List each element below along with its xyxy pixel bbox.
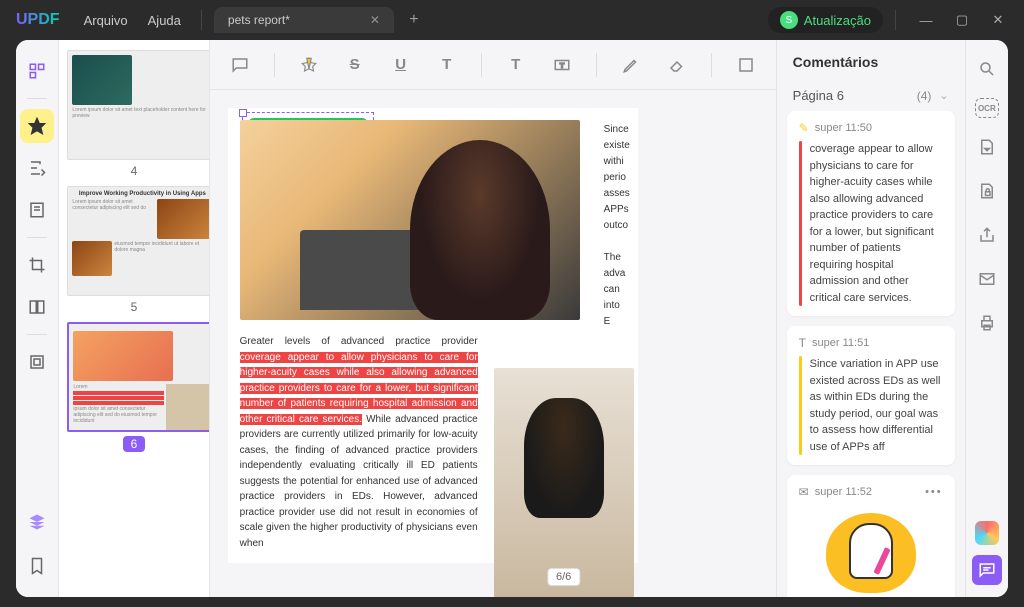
textbox-icon[interactable]: T (550, 53, 574, 77)
more-icon[interactable]: ••• (925, 486, 943, 498)
underline-icon[interactable]: U (389, 53, 413, 77)
left-toolbar (16, 40, 59, 597)
comment-card[interactable]: ✉super 11:52••• (787, 475, 955, 597)
edit-text-icon[interactable] (20, 151, 54, 185)
thumb-number: 5 (67, 300, 200, 314)
comments-panel: Comentários Página 6 (4) ⌄ ✎super 11:50 … (776, 40, 965, 597)
page-label: Página 6 (793, 88, 844, 103)
page-view[interactable]: APPROVADO super 2023年10月12日17 11:53 Sinc… (210, 90, 776, 597)
tab-document[interactable]: pets report* ✕ (214, 7, 394, 33)
main-area: Lorem ipsum dolor sit amet text placehol… (16, 40, 1008, 597)
thumbnail-4[interactable]: Lorem ipsum dolor sit amet text placehol… (67, 50, 200, 178)
thumb-number: 4 (67, 164, 200, 178)
crop-icon[interactable] (20, 248, 54, 282)
bookmark-icon[interactable] (20, 549, 54, 583)
upgrade-button[interactable]: S Atualização (768, 7, 883, 33)
text-icon: T (799, 336, 806, 350)
export-icon[interactable] (972, 132, 1002, 162)
menu-help[interactable]: Ajuda (148, 13, 181, 28)
comment-icon[interactable] (228, 53, 252, 77)
thumbnails-icon[interactable] (20, 54, 54, 88)
chevron-down-icon: ⌄ (939, 89, 948, 102)
red-bar (799, 141, 802, 306)
layers-icon[interactable] (20, 505, 54, 539)
highlight-tool-icon[interactable] (20, 109, 54, 143)
annotation-toolbar: S U T T T (210, 40, 776, 90)
email-icon[interactable] (972, 264, 1002, 294)
menu-file[interactable]: Arquivo (84, 13, 128, 28)
thumbnail-6[interactable]: Loremipsum dolor sit amet consectetur ad… (67, 322, 200, 453)
search-icon[interactable] (972, 54, 1002, 84)
eraser-icon[interactable] (665, 53, 689, 77)
comments-toggle-icon[interactable] (972, 555, 1002, 585)
side-image: 6/6 (494, 368, 634, 597)
close-button[interactable]: ✕ (980, 6, 1016, 34)
comments-count: (4) (917, 89, 932, 103)
body-text: Greater levels of advanced practice prov… (240, 334, 478, 551)
highlight-icon[interactable] (297, 53, 321, 77)
hero-image (240, 120, 580, 320)
pencil-icon[interactable] (619, 53, 643, 77)
tab-add-button[interactable]: + (402, 8, 426, 32)
comment-card[interactable]: Tsuper 11:51 Since variation in APP use … (787, 326, 955, 465)
ai-icon[interactable] (975, 521, 999, 545)
close-icon[interactable]: ✕ (370, 13, 380, 27)
stamp-icon: ✉ (799, 485, 809, 499)
right-toolbar: OCR (965, 40, 1008, 597)
page-tool-icon[interactable] (20, 193, 54, 227)
upgrade-badge: S (780, 11, 798, 29)
print-icon[interactable] (972, 308, 1002, 338)
thumbnail-panel[interactable]: Lorem ipsum dolor sit amet text placehol… (59, 40, 209, 597)
comment-text: Since variation in APP use existed acros… (810, 356, 943, 455)
shape-icon[interactable] (734, 53, 758, 77)
app-logo: UPDF (16, 11, 60, 29)
comments-page-header[interactable]: Página 6 (4) ⌄ (777, 80, 965, 111)
page-indicator: 6/6 (547, 568, 580, 586)
upgrade-label: Atualização (804, 13, 871, 28)
thumb-number: 6 (123, 436, 146, 452)
titlebar: UPDF Arquivo Ajuda pets report* ✕ + S At… (0, 0, 1024, 40)
highlight-icon: ✎ (799, 121, 809, 135)
share-icon[interactable] (972, 220, 1002, 250)
side-text: Sinceexistewithi perioassesAPPs outco Th… (604, 122, 624, 330)
compress-icon[interactable] (20, 345, 54, 379)
center-area: S U T T T APPROVADO super 2023年10月12日17 … (210, 40, 776, 597)
organize-icon[interactable] (20, 290, 54, 324)
tab-title: pets report* (228, 13, 290, 27)
text-icon[interactable]: T (504, 53, 528, 77)
protect-icon[interactable] (972, 176, 1002, 206)
ocr-icon[interactable]: OCR (975, 98, 999, 118)
separator (895, 10, 896, 30)
sticker-image (821, 505, 921, 597)
yellow-bar (799, 356, 802, 455)
squiggly-icon[interactable]: T (435, 53, 459, 77)
thumbnail-5[interactable]: Improve Working Productivity in Using Ap… (67, 186, 200, 314)
comments-title: Comentários (777, 40, 965, 80)
minimize-button[interactable]: — (908, 6, 944, 34)
svg-text:T: T (559, 61, 564, 70)
menu-separator (201, 10, 202, 30)
page-content: APPROVADO super 2023年10月12日17 11:53 Sinc… (228, 108, 638, 563)
comment-card[interactable]: ✎super 11:50 coverage appear to allow ph… (787, 111, 955, 316)
comments-list[interactable]: ✎super 11:50 coverage appear to allow ph… (777, 111, 965, 597)
strikethrough-icon[interactable]: S (343, 53, 367, 77)
maximize-button[interactable]: ▢ (944, 6, 980, 34)
comment-text: coverage appear to allow physicians to c… (810, 141, 943, 306)
